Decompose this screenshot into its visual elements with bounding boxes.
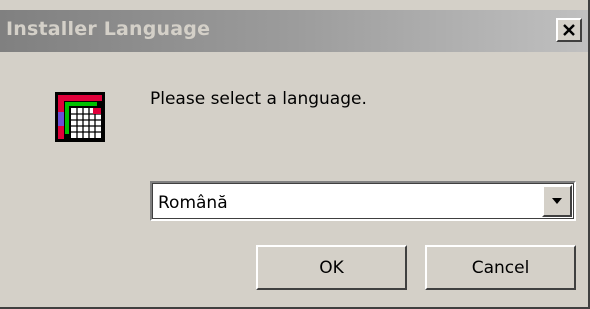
window-title: Installer Language — [6, 18, 211, 40]
title-bar[interactable]: Installer Language — [0, 10, 588, 52]
language-select-value: Română — [158, 193, 228, 213]
close-button[interactable] — [556, 18, 582, 42]
cancel-button[interactable]: Cancel — [425, 245, 576, 290]
language-prompt: Please select a language. — [150, 89, 367, 109]
installer-app-icon — [55, 92, 105, 142]
ok-button[interactable]: OK — [256, 245, 407, 290]
close-x-icon — [563, 23, 575, 36]
language-select-dropdown-button[interactable] — [542, 185, 572, 217]
installer-language-dialog: Installer Language Please select a langu… — [0, 0, 590, 309]
language-select[interactable]: Română — [150, 181, 576, 221]
dropdown-arrow-icon — [552, 198, 562, 204]
